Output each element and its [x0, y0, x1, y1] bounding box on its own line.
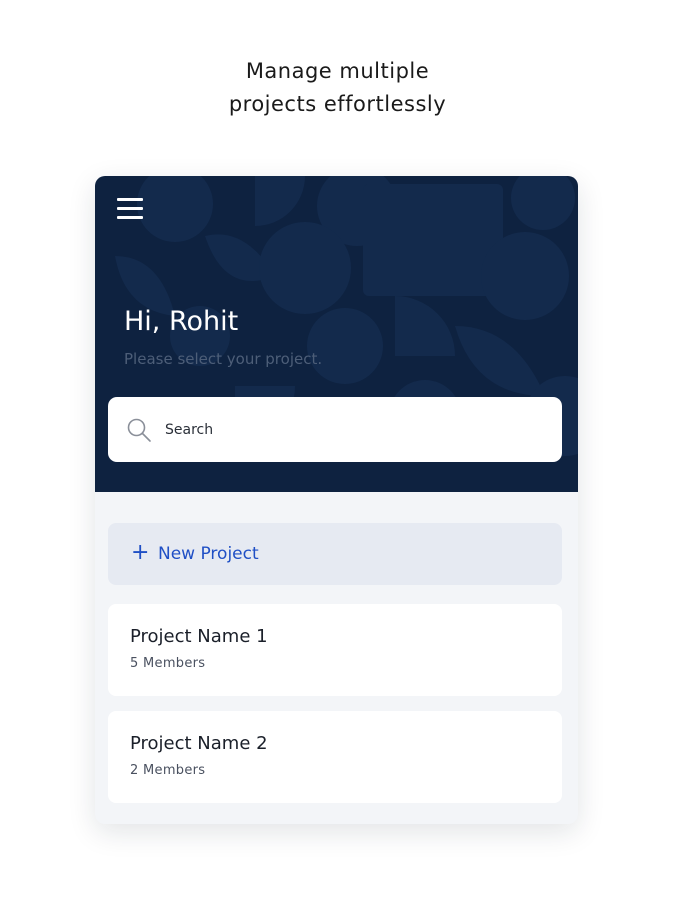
- phone-screen: Hi, Rohit Please select your project. + …: [95, 176, 578, 824]
- project-card[interactable]: Project Name 2 2 Members: [108, 711, 562, 803]
- new-project-label: New Project: [158, 544, 259, 564]
- search-input[interactable]: [165, 397, 545, 462]
- project-card[interactable]: Project Name 1 5 Members: [108, 604, 562, 696]
- search-icon: [127, 418, 151, 442]
- hamburger-menu-icon-bar: [117, 216, 143, 219]
- tagline-line-2: projects effortlessly: [228, 92, 447, 116]
- greeting-subtitle: Please select your project.: [124, 350, 323, 368]
- project-name: Project Name 2: [130, 733, 268, 754]
- hamburger-menu-icon: [117, 198, 143, 201]
- project-members-count: 5 Members: [130, 656, 206, 671]
- menu-button[interactable]: [115, 196, 145, 226]
- search-bar[interactable]: [108, 397, 562, 462]
- plus-icon: +: [131, 540, 150, 565]
- project-name: Project Name 1: [130, 626, 268, 647]
- project-members-count: 2 Members: [130, 763, 206, 778]
- tagline: Manage multiple projects effortlessly: [0, 55, 675, 121]
- tagline-line-1: Manage multiple: [245, 59, 430, 83]
- header-panel: Hi, Rohit Please select your project.: [95, 176, 578, 492]
- new-project-button[interactable]: + New Project: [108, 523, 562, 585]
- hamburger-menu-icon-bar: [117, 207, 143, 210]
- greeting-title: Hi, Rohit: [124, 306, 239, 337]
